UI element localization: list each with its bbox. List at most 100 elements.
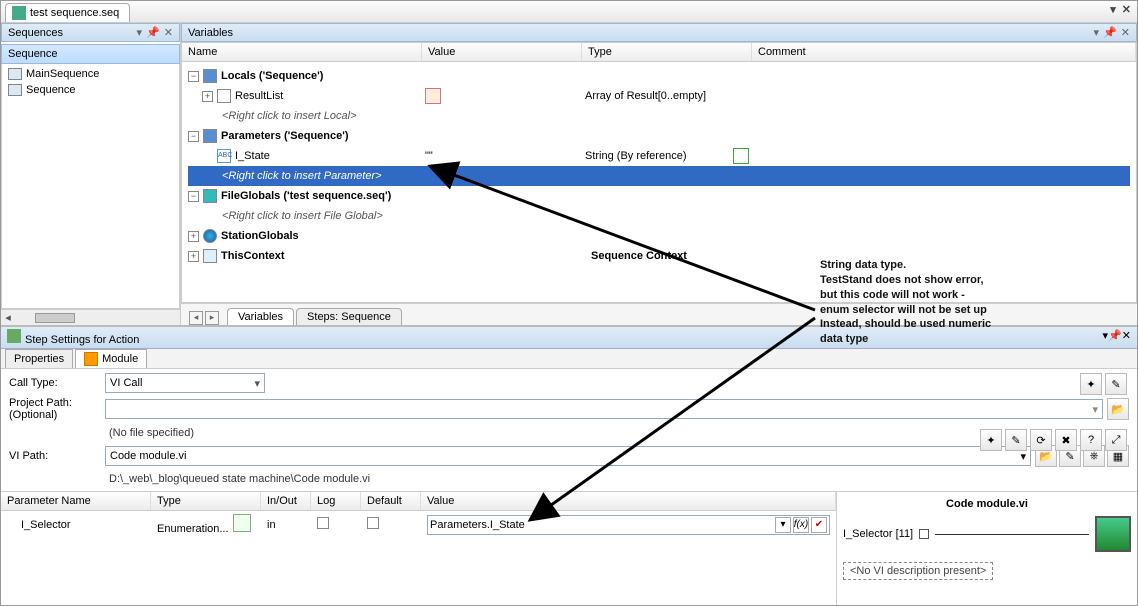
- toolbar-button[interactable]: ✎: [1005, 429, 1027, 451]
- node-label: FileGlobals ('test sequence.seq'): [221, 186, 431, 206]
- expand-icon[interactable]: +: [202, 91, 213, 102]
- string-icon: ABC: [217, 149, 231, 163]
- container-icon: [203, 69, 217, 83]
- node-label: Locals ('Sequence'): [221, 66, 431, 86]
- col-param-name[interactable]: Parameter Name: [1, 492, 151, 510]
- collapse-icon[interactable]: −: [188, 131, 199, 142]
- chevron-down-icon: ▾: [1020, 450, 1026, 463]
- context-icon: [203, 249, 217, 263]
- terminal-icon: [919, 529, 929, 539]
- options-icon[interactable]: [733, 148, 749, 164]
- log-checkbox[interactable]: [317, 517, 329, 529]
- scroll-thumb[interactable]: [35, 313, 75, 323]
- sequence-item-main[interactable]: MainSequence: [2, 66, 179, 82]
- sequences-panel-header: Sequences ▾📌 ✕: [1, 23, 180, 42]
- sequence-label: Sequence: [26, 84, 76, 96]
- col-value[interactable]: Value: [422, 43, 582, 61]
- col-comment[interactable]: Comment: [752, 43, 1136, 61]
- dropdown-icon[interactable]: ▾: [1094, 26, 1100, 39]
- tab-module[interactable]: Module: [75, 349, 147, 368]
- close-icon[interactable]: ✕: [1121, 26, 1130, 39]
- document-tab[interactable]: test sequence.seq: [5, 3, 130, 22]
- expand-icon[interactable]: +: [188, 231, 199, 242]
- container-icon: [203, 129, 217, 143]
- fx-button[interactable]: f(x): [793, 517, 809, 533]
- enum-icon[interactable]: [233, 514, 251, 532]
- combo-value: VI Call: [110, 377, 142, 389]
- pin-icon[interactable]: 📌: [1103, 26, 1117, 39]
- tab-next-icon[interactable]: ▸: [205, 311, 219, 325]
- value-editor[interactable]: Parameters.I_State ▾f(x)✔: [427, 515, 830, 535]
- toolbar-button[interactable]: ✦: [1080, 373, 1102, 395]
- collapse-icon[interactable]: −: [188, 71, 199, 82]
- variables-tree: − Locals ('Sequence') + ResultList Array…: [182, 62, 1136, 270]
- col-type[interactable]: Type: [582, 43, 752, 61]
- thiscontext-node[interactable]: + ThisContext Sequence Context: [188, 246, 1130, 266]
- col-log[interactable]: Log: [311, 492, 361, 510]
- param-columns: Parameter Name Type In/Out Log Default V…: [1, 492, 836, 511]
- array-icon: [217, 89, 231, 103]
- sequence-item[interactable]: Sequence: [2, 82, 179, 98]
- locals-node[interactable]: − Locals ('Sequence'): [188, 66, 1130, 86]
- menu-chevron-icon[interactable]: ▾: [1110, 3, 1116, 16]
- expand-icon[interactable]: +: [188, 251, 199, 262]
- insert-fileglobal-hint[interactable]: <Right click to insert File Global>: [188, 206, 1130, 226]
- fileglobals-icon: [203, 189, 217, 203]
- value-text: Parameters.I_State: [430, 519, 525, 531]
- sequence-label: MainSequence: [26, 68, 99, 80]
- toolbar-button[interactable]: ✖: [1055, 429, 1077, 451]
- hint-text: <Right click to insert Parameter>: [222, 166, 382, 186]
- sequence-file-icon: [12, 6, 26, 20]
- col-name[interactable]: Name: [182, 43, 422, 61]
- browse-button[interactable]: 📂: [1107, 398, 1129, 420]
- resultlist-node[interactable]: + ResultList Array of Result[0..empty]: [188, 86, 1130, 106]
- check-button[interactable]: ✔: [811, 517, 827, 533]
- collapse-icon[interactable]: −: [188, 191, 199, 202]
- chevron-down-icon: ▾: [1092, 403, 1098, 416]
- expand-button[interactable]: ⤢: [1105, 429, 1127, 451]
- document-tab-label: test sequence.seq: [30, 7, 119, 19]
- col-inout[interactable]: In/Out: [261, 492, 311, 510]
- tab-properties[interactable]: Properties: [5, 349, 73, 368]
- tab-label: Properties: [14, 353, 64, 365]
- project-path-combo[interactable]: ▾: [105, 399, 1103, 419]
- fileglobals-node[interactable]: − FileGlobals ('test sequence.seq'): [188, 186, 1130, 206]
- col-default[interactable]: Default: [361, 492, 421, 510]
- vi-full-path: D:\_web\_blog\queued state machine\Code …: [105, 471, 1129, 487]
- parameters-node[interactable]: − Parameters ('Sequence'): [188, 126, 1130, 146]
- toolbar-button[interactable]: ✦: [980, 429, 1002, 451]
- preview-title: Code module.vi: [843, 498, 1131, 510]
- grid-icon[interactable]: [425, 88, 441, 104]
- pin-icon[interactable]: 📌: [146, 26, 160, 39]
- close-icon[interactable]: ✕: [1122, 3, 1131, 16]
- insert-parameter-hint[interactable]: <Right click to insert Parameter>: [188, 166, 1130, 186]
- gear-icon: [7, 329, 21, 343]
- istate-node[interactable]: ABC I_State "" String (By reference): [188, 146, 1130, 166]
- hscrollbar[interactable]: ◂: [1, 309, 180, 325]
- col-type[interactable]: Type: [151, 492, 261, 510]
- tab-variables[interactable]: Variables: [227, 308, 294, 325]
- node-type: String (By reference): [585, 146, 733, 166]
- node-label: Parameters ('Sequence'): [221, 126, 431, 146]
- vi-path-combo[interactable]: Code module.vi▾: [105, 446, 1031, 466]
- dropdown-icon[interactable]: ▾: [137, 26, 143, 39]
- close-icon[interactable]: ✕: [164, 26, 173, 39]
- pin-icon[interactable]: 📌: [1108, 330, 1122, 342]
- call-type-combo[interactable]: VI Call▾: [105, 373, 265, 393]
- tab-steps[interactable]: Steps: Sequence: [296, 308, 402, 325]
- wire-line: [935, 534, 1089, 535]
- default-checkbox[interactable]: [367, 517, 379, 529]
- help-button[interactable]: ?: [1080, 429, 1102, 451]
- tab-prev-icon[interactable]: ◂: [189, 311, 203, 325]
- chevron-down-icon[interactable]: ▾: [775, 517, 791, 533]
- insert-local-hint[interactable]: <Right click to insert Local>: [188, 106, 1130, 126]
- stationglobals-node[interactable]: + StationGlobals: [188, 226, 1130, 246]
- refresh-button[interactable]: ⟳: [1030, 429, 1052, 451]
- col-value[interactable]: Value: [421, 492, 836, 510]
- close-icon[interactable]: ✕: [1122, 330, 1131, 342]
- scroll-left-icon[interactable]: ◂: [1, 311, 15, 325]
- sequences-title: Sequences: [8, 27, 63, 39]
- param-row[interactable]: I_Selector Enumeration... in Parameters.…: [1, 511, 836, 538]
- sequence-column-header[interactable]: Sequence: [1, 44, 180, 64]
- toolbar-button[interactable]: ✎: [1105, 373, 1127, 395]
